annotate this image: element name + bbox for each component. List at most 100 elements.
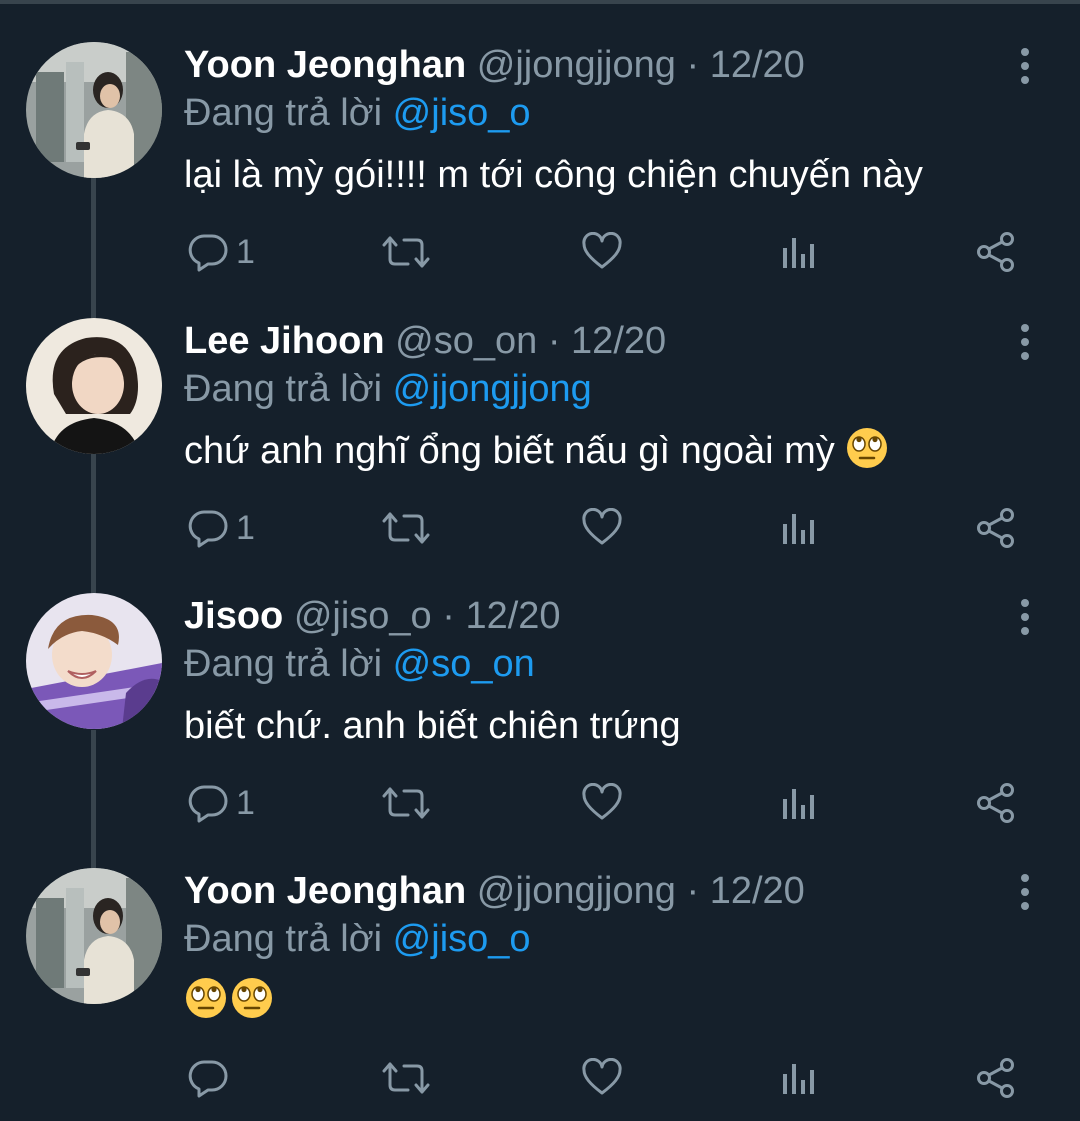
separator-dot: · <box>431 595 466 637</box>
display-name[interactable]: Yoon Jeonghan <box>184 44 466 86</box>
replying-to-label: Đang trả lời <box>184 918 383 960</box>
reply-button[interactable] <box>188 1052 228 1104</box>
tweet-text: chứ anh nghĩ ổng biết nấu gì ngoài mỳ <box>184 426 889 476</box>
share-icon <box>975 507 1017 549</box>
reply-count: 1 <box>236 784 255 822</box>
tweet-action-bar: 1 <box>0 502 1080 554</box>
share-icon <box>975 782 1017 824</box>
more-vertical-icon[interactable] <box>1008 595 1042 639</box>
share-button[interactable] <box>975 1052 1017 1104</box>
retweet-icon <box>382 1058 430 1098</box>
share-icon <box>975 231 1017 273</box>
share-icon <box>975 1057 1017 1099</box>
tweet-text: biết chứ. anh biết chiên trứng <box>184 701 681 751</box>
reply-button[interactable]: 1 <box>188 226 255 278</box>
eye-roll-emoji-icon <box>184 978 228 1022</box>
analytics-icon <box>780 1060 816 1096</box>
retweet-button[interactable] <box>382 226 430 278</box>
more-vertical-icon[interactable] <box>1008 44 1042 88</box>
replying-to-line: Đang trả lời @jiso_o <box>184 914 531 964</box>
username-handle[interactable]: @jjongjjong <box>477 44 676 86</box>
username-handle[interactable]: @jjongjjong <box>477 870 676 912</box>
analytics-button[interactable] <box>780 1052 816 1104</box>
tweet-text-content: biết chứ. anh biết chiên trứng <box>184 705 681 747</box>
like-button[interactable] <box>582 226 622 278</box>
display-name[interactable]: Lee Jihoon <box>184 320 385 362</box>
tweet-text-content: lại là mỳ gói!!!! m tới công chiện chuyế… <box>184 154 923 196</box>
tweet[interactable]: Yoon Jeonghan @jjongjjong · 12/20 Đang tr… <box>0 0 1080 276</box>
more-vertical-icon[interactable] <box>1008 320 1042 364</box>
tweet-date[interactable]: 12/20 <box>710 870 805 912</box>
reply-icon <box>188 508 228 548</box>
display-name[interactable]: Yoon Jeonghan <box>184 870 466 912</box>
eye-roll-emoji-icon <box>230 978 274 1022</box>
heart-icon <box>582 783 622 823</box>
analytics-button[interactable] <box>780 502 816 554</box>
retweet-icon <box>382 232 430 272</box>
tweet-header: Yoon Jeonghan @jjongjjong · 12/20 <box>184 40 805 90</box>
heart-icon <box>582 508 622 548</box>
eye-roll-emoji-icon <box>845 428 889 472</box>
like-button[interactable] <box>582 777 622 829</box>
replying-to-label: Đang trả lời <box>184 92 383 134</box>
tweet-action-bar: 1 <box>0 226 1080 278</box>
username-handle[interactable]: @so_on <box>395 320 537 362</box>
like-button[interactable] <box>582 1052 622 1104</box>
reply-icon <box>188 232 228 272</box>
reply-count: 1 <box>236 233 255 271</box>
analytics-icon <box>780 510 816 546</box>
tweet-date[interactable]: 12/20 <box>710 44 805 86</box>
separator-dot: · <box>675 44 710 86</box>
heart-icon <box>582 1058 622 1098</box>
mention-link[interactable]: @jjongjjong <box>393 368 592 410</box>
retweet-button[interactable] <box>382 502 430 554</box>
tweet-text: lại là mỳ gói!!!! m tới công chiện chuyế… <box>184 150 923 200</box>
replying-to-line: Đang trả lời @so_on <box>184 639 535 689</box>
username-handle[interactable]: @jiso_o <box>294 595 432 637</box>
display-name[interactable]: Jisoo <box>184 595 283 637</box>
reply-icon <box>188 1058 228 1098</box>
tweet-date[interactable]: 12/20 <box>465 595 560 637</box>
reply-count: 1 <box>236 509 255 547</box>
analytics-button[interactable] <box>780 226 816 278</box>
tweet-header: Jisoo @jiso_o · 12/20 <box>184 591 561 641</box>
tweet[interactable]: Jisoo @jiso_o · 12/20 Đang trả lời @so_on… <box>0 551 1080 827</box>
tweet-header: Yoon Jeonghan @jjongjjong · 12/20 <box>184 866 805 916</box>
tweet[interactable]: Yoon Jeonghan @jjongjjong · 12/20 Đang tr… <box>0 826 1080 1102</box>
mention-link[interactable]: @jiso_o <box>393 92 531 134</box>
replying-to-label: Đang trả lời <box>184 643 383 685</box>
avatar[interactable] <box>26 318 162 454</box>
tweet-text <box>184 976 274 1026</box>
retweet-icon <box>382 508 430 548</box>
avatar[interactable] <box>26 593 162 729</box>
separator-dot: · <box>675 870 710 912</box>
mention-link[interactable]: @jiso_o <box>393 918 531 960</box>
tweet-header: Lee Jihoon @so_on · 12/20 <box>184 316 666 366</box>
replying-to-line: Đang trả lời @jjongjjong <box>184 364 592 414</box>
more-vertical-icon[interactable] <box>1008 870 1042 914</box>
retweet-icon <box>382 783 430 823</box>
mention-link[interactable]: @so_on <box>393 643 535 685</box>
separator-dot: · <box>537 320 572 362</box>
share-button[interactable] <box>975 502 1017 554</box>
heart-icon <box>582 232 622 272</box>
retweet-button[interactable] <box>382 777 430 829</box>
tweet-text-content: chứ anh nghĩ ổng biết nấu gì ngoài mỳ <box>184 430 835 472</box>
tweet-action-bar <box>0 1052 1080 1104</box>
retweet-button[interactable] <box>382 1052 430 1104</box>
reply-icon <box>188 783 228 823</box>
analytics-button[interactable] <box>780 777 816 829</box>
reply-button[interactable]: 1 <box>188 502 255 554</box>
analytics-icon <box>780 234 816 270</box>
like-button[interactable] <box>582 502 622 554</box>
tweet-date[interactable]: 12/20 <box>571 320 666 362</box>
replying-to-line: Đang trả lời @jiso_o <box>184 88 531 138</box>
avatar[interactable] <box>26 868 162 1004</box>
tweet-action-bar: 1 <box>0 777 1080 829</box>
share-button[interactable] <box>975 777 1017 829</box>
share-button[interactable] <box>975 226 1017 278</box>
reply-button[interactable]: 1 <box>188 777 255 829</box>
replying-to-label: Đang trả lời <box>184 368 383 410</box>
tweet[interactable]: Lee Jihoon @so_on · 12/20 Đang trả lời @j… <box>0 276 1080 552</box>
avatar[interactable] <box>26 42 162 178</box>
